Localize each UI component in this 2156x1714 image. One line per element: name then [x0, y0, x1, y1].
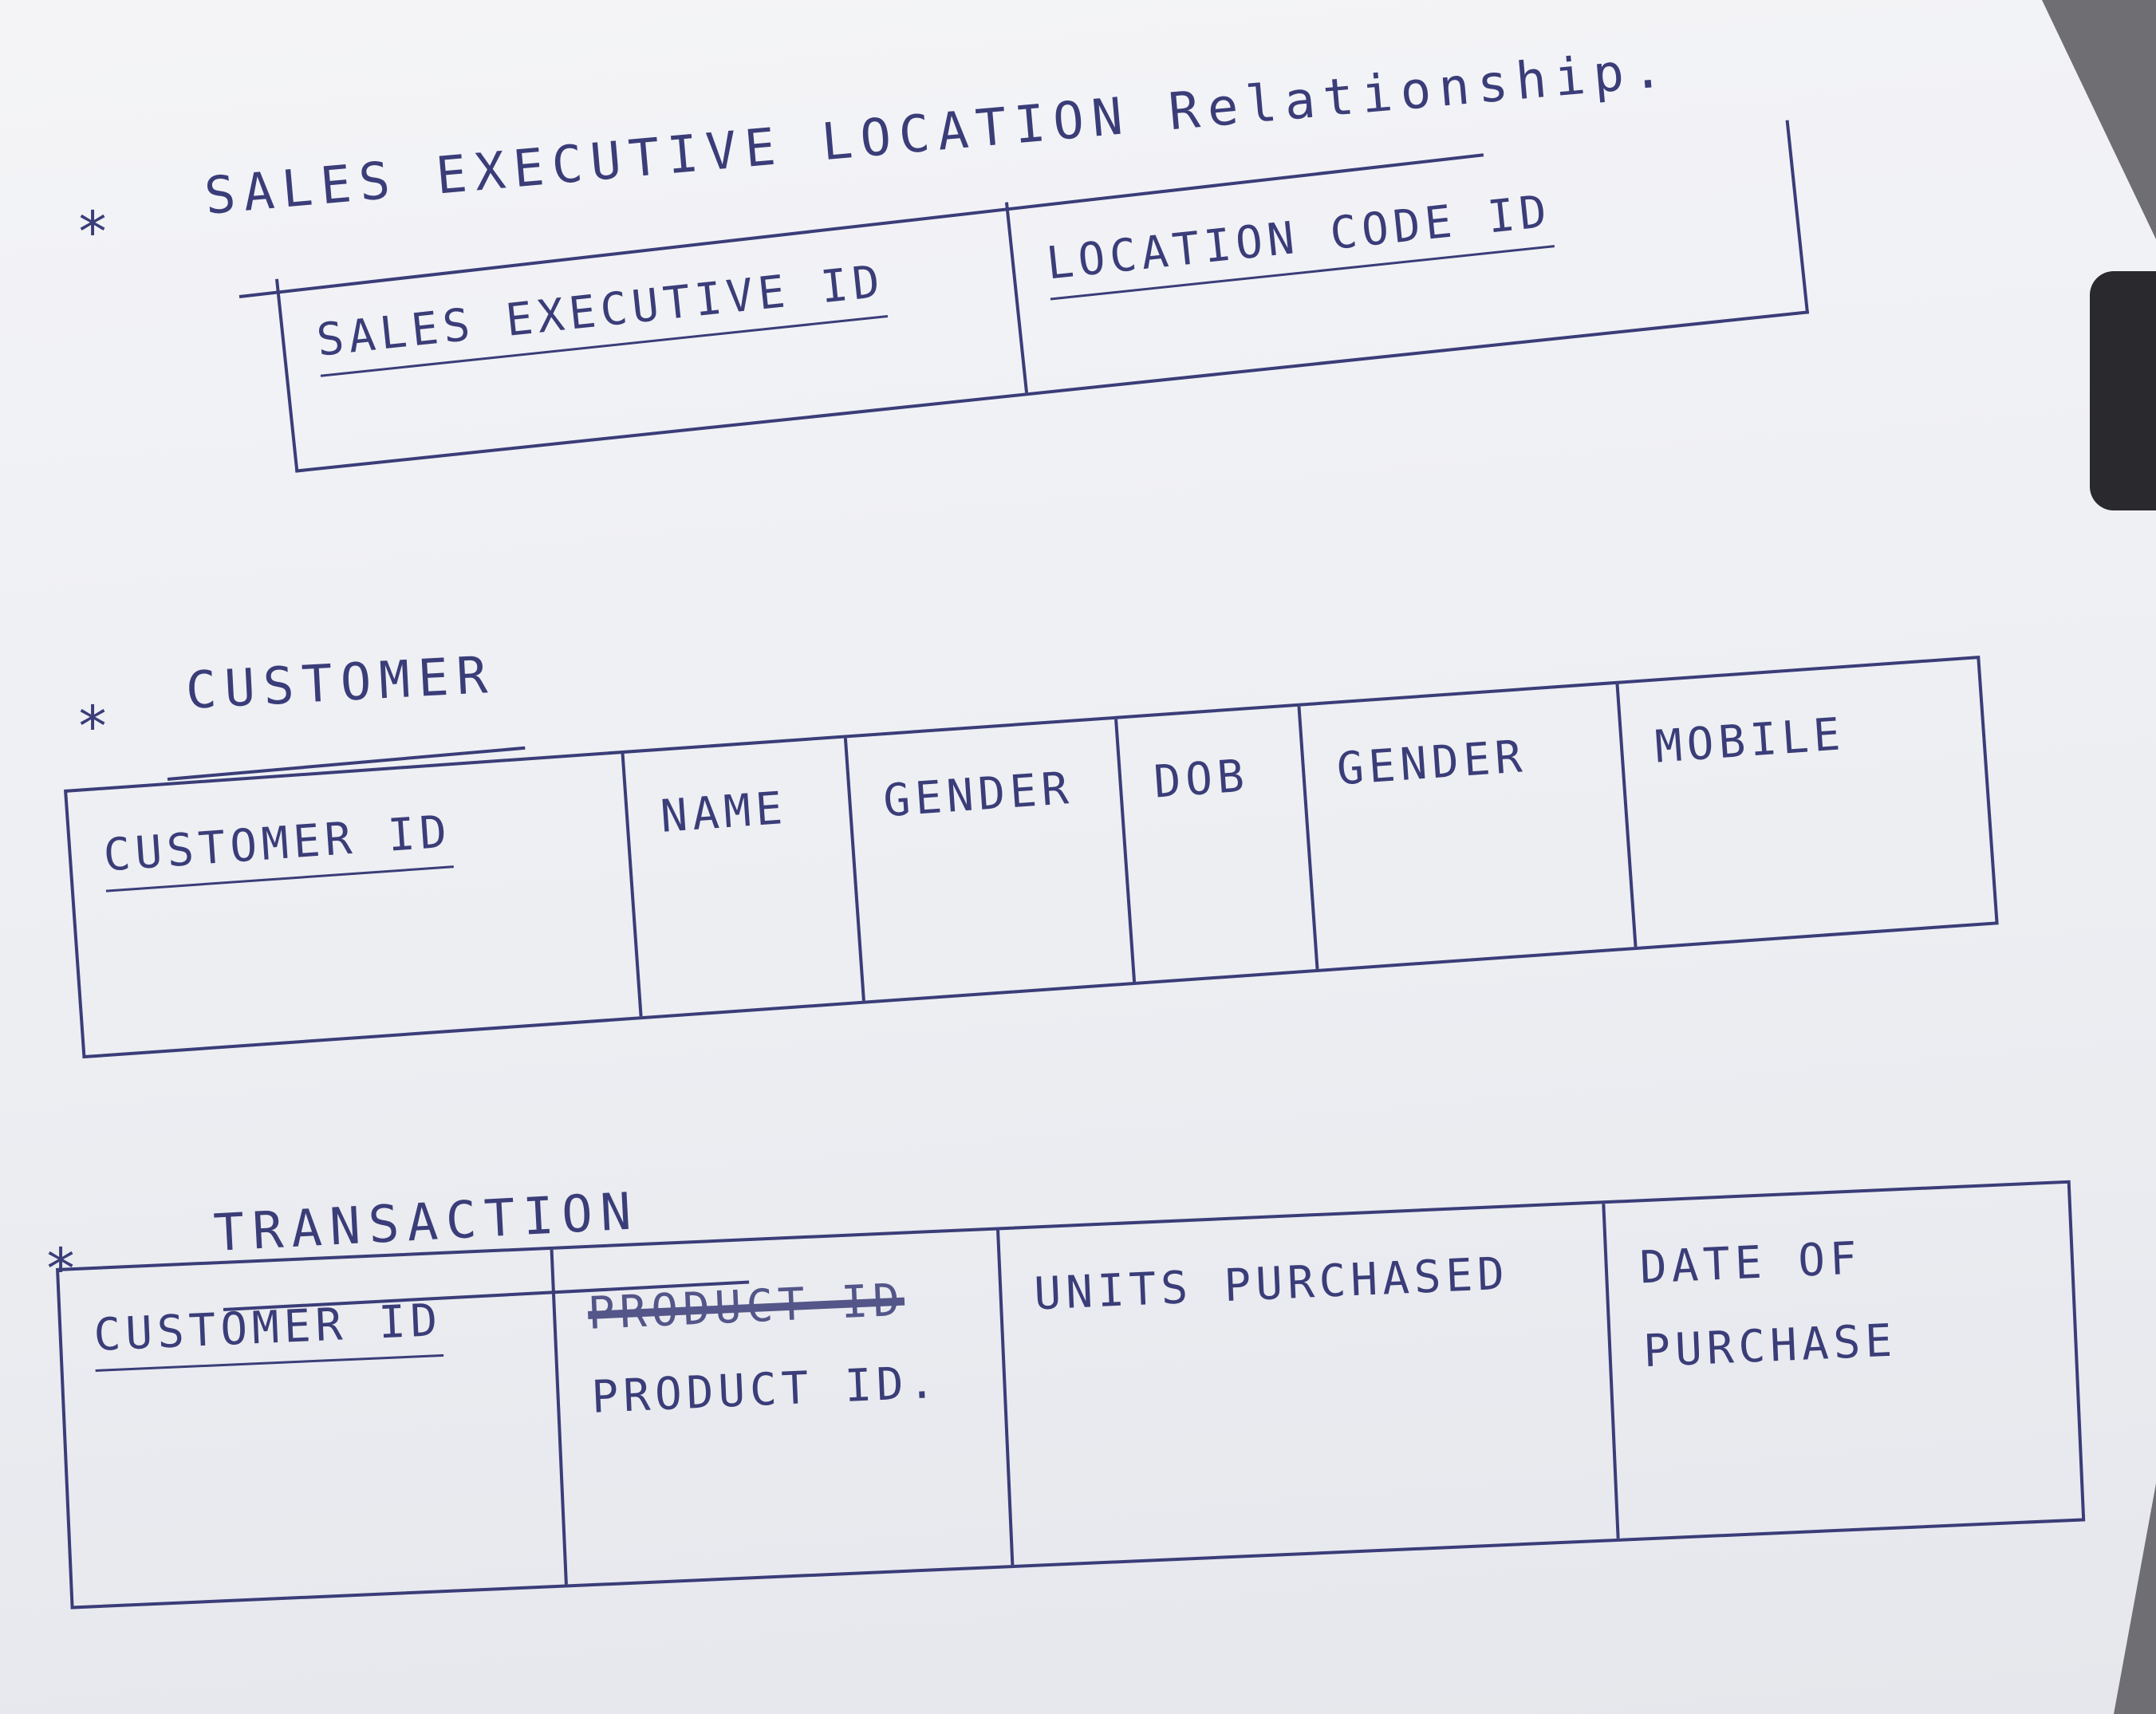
column-units-purchased: UNITS PURCHASED [999, 1204, 1620, 1565]
column-gender-2: GENDER [1300, 684, 1638, 969]
column-label: GENDER [1334, 731, 1529, 796]
column-customer-id: CUSTOMER ID [59, 1249, 568, 1606]
bullet-star: * [76, 199, 110, 265]
column-label: GENDER [881, 762, 1075, 828]
bullet-star: * [76, 694, 110, 759]
column-label: CUSTOMER ID [93, 1294, 443, 1361]
column-product-id: PRODUCT ID PRODUCT ID. [553, 1230, 1015, 1585]
column-name: NAME [624, 738, 865, 1017]
column-label-correction: PRODUCT ID. [590, 1356, 941, 1424]
column-dob: DOB [1117, 706, 1319, 982]
column-mobile: MOBILE [1619, 659, 1996, 947]
column-label-struck: PRODUCT ID [586, 1274, 906, 1340]
column-label-line2: PURCHASE [1642, 1314, 1898, 1378]
column-label: MOBILE [1653, 708, 1847, 774]
column-label: UNITS PURCHASED [1033, 1247, 1511, 1321]
column-gender: GENDER [846, 719, 1137, 1001]
column-label: DATE OF [1638, 1232, 1863, 1294]
column-customer-id: CUSTOMER ID [67, 753, 643, 1055]
background-object [2090, 271, 2156, 510]
column-label: DOB [1152, 750, 1251, 809]
column-date-of-purchase: DATE OF PURCHASE [1605, 1184, 2082, 1539]
column-label: CUSTOMER ID [101, 806, 454, 882]
column-label: NAME [658, 782, 789, 843]
